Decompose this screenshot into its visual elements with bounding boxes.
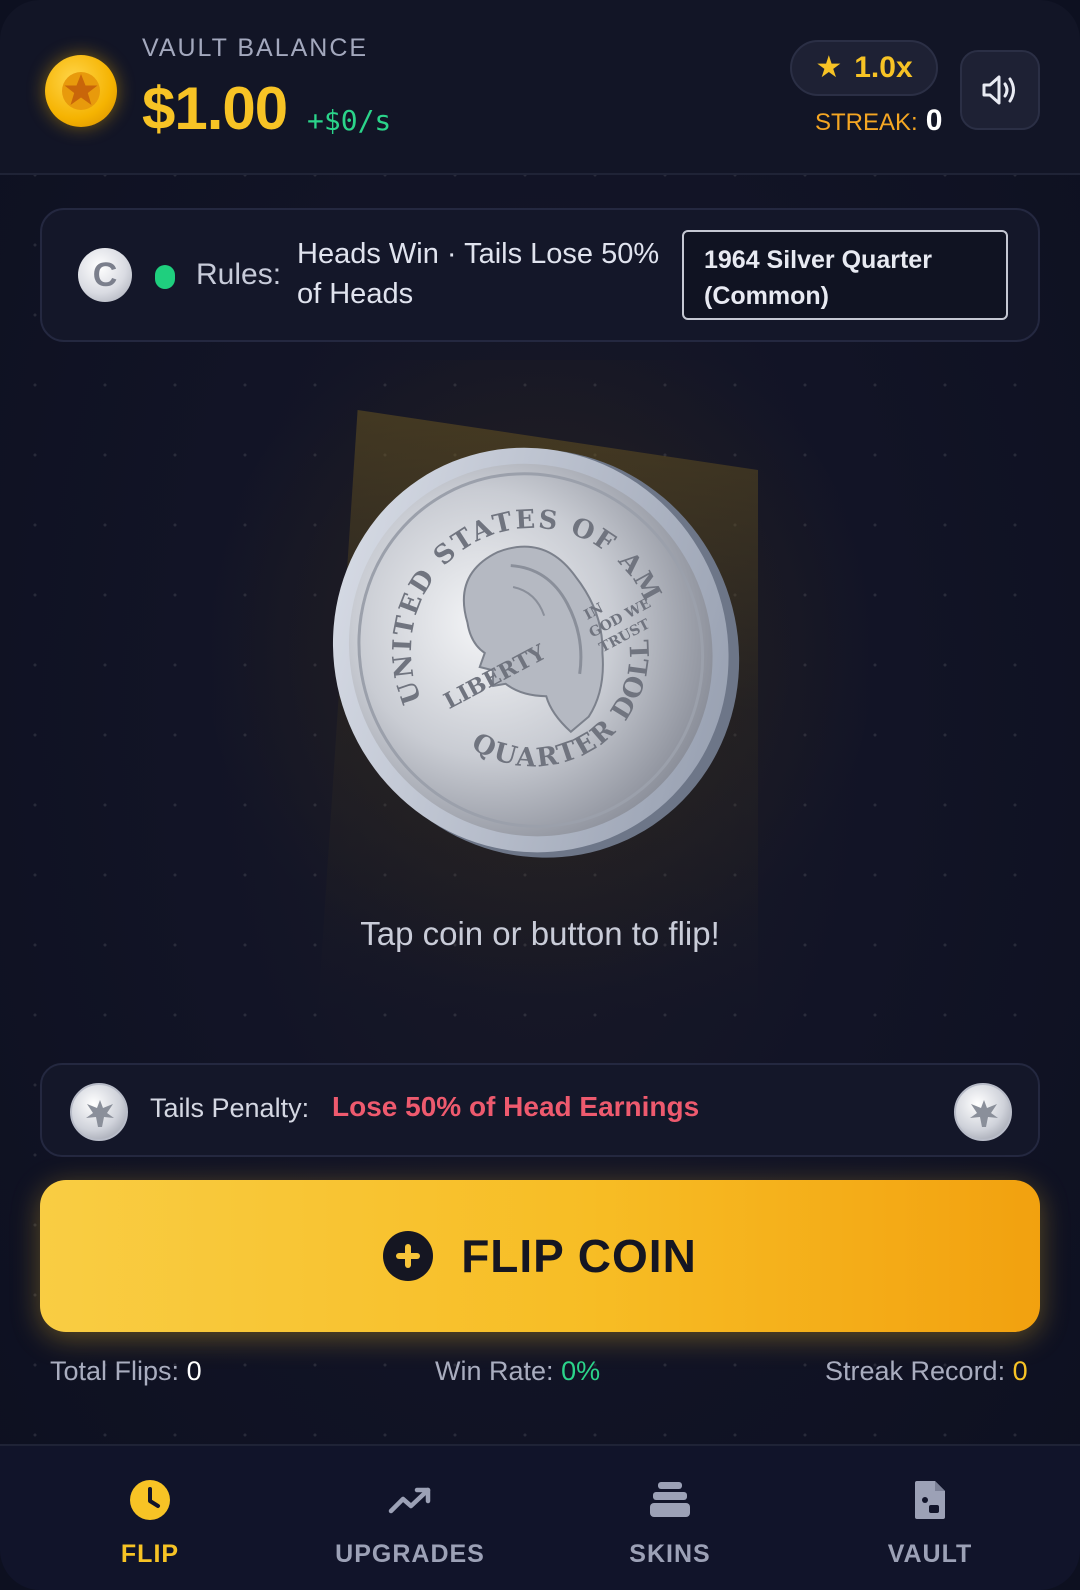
status-dot	[155, 265, 175, 289]
total-flips-value: 0	[186, 1356, 202, 1386]
nav-label-flip: FLIP	[120, 1540, 180, 1568]
plus-circle-icon	[383, 1231, 434, 1281]
tap-hint: Tap coin or button to flip!	[360, 915, 720, 952]
bottom-nav: FLIP UPGRADES SKINS VAULT	[0, 1444, 1080, 1590]
penalty-label: Tails Penalty:	[150, 1093, 310, 1123]
win-rate-label: Win Rate:	[435, 1356, 554, 1386]
flip-coin-label: FLIP COIN	[461, 1230, 697, 1282]
document-icon	[913, 1478, 947, 1522]
stat-win-rate: Win Rate: 0%	[435, 1356, 600, 1387]
streak-record-value: 0	[1012, 1356, 1028, 1386]
nav-label-vault: VAULT	[887, 1540, 973, 1568]
streak-label: STREAK:	[815, 109, 918, 136]
nav-item-flip[interactable]: FLIP	[15, 1446, 285, 1590]
flip-coin-button[interactable]: FLIP COIN	[40, 1180, 1040, 1332]
multiplier-value: 1.0x	[854, 51, 913, 84]
win-rate-value: 0%	[561, 1356, 601, 1386]
vault-balance-value: $1.00	[142, 75, 288, 142]
multiplier-badge[interactable]: ★ 1.0x	[790, 40, 938, 96]
vault-coin-icon	[45, 55, 117, 127]
coin-type-box[interactable]: 1964 Silver Quarter (Common)	[682, 230, 1008, 320]
stat-total-flips: Total Flips: 0	[50, 1356, 202, 1387]
nav-item-skins[interactable]: SKINS	[535, 1446, 805, 1590]
star-icon: ★	[815, 51, 843, 84]
total-flips-label: Total Flips:	[50, 1356, 180, 1386]
trending-up-icon	[388, 1478, 432, 1522]
nav-item-upgrades[interactable]: UPGRADES	[275, 1446, 545, 1590]
nav-label-upgrades: UPGRADES	[335, 1540, 485, 1568]
streak-indicator: STREAK: 0	[815, 104, 942, 138]
penalty-panel: Tails Penalty: Lose 50% of Head Earnings	[40, 1063, 1040, 1157]
header: VAULT BALANCE $1.00 +$0/s ★ 1.0x STREAK:…	[0, 0, 1080, 175]
eagle-coin-icon	[70, 1083, 128, 1141]
rules-label: Rules:	[196, 258, 282, 291]
eagle-coin-icon	[954, 1083, 1012, 1141]
clock-icon	[128, 1478, 172, 1522]
penalty-value: Lose 50% of Head Earnings	[332, 1091, 700, 1122]
sound-toggle-button[interactable]	[960, 50, 1040, 130]
layers-icon	[648, 1478, 692, 1522]
app-root: VAULT BALANCE $1.00 +$0/s ★ 1.0x STREAK:…	[0, 0, 1080, 1590]
streak-record-label: Streak Record:	[825, 1356, 1006, 1386]
stat-streak-record: Streak Record: 0	[825, 1356, 1028, 1387]
silver-coin-icon: C	[78, 248, 132, 302]
rules-panel: C Rules: Heads Win · Tails Lose 50% of H…	[40, 208, 1040, 342]
nav-item-vault[interactable]: VAULT	[795, 1446, 1065, 1590]
nav-label-skins: SKINS	[629, 1540, 711, 1568]
vault-balance-label: VAULT BALANCE	[142, 34, 369, 62]
income-rate: +$0/s	[307, 104, 392, 137]
speaker-icon	[982, 75, 1015, 105]
rules-text: Heads Win · Tails Lose 50% of Heads	[297, 238, 660, 310]
flip-coin[interactable]: UNITED STATES OF AMERICA LIBERTY IN GOD …	[225, 372, 743, 870]
streak-value: 0	[925, 104, 943, 137]
